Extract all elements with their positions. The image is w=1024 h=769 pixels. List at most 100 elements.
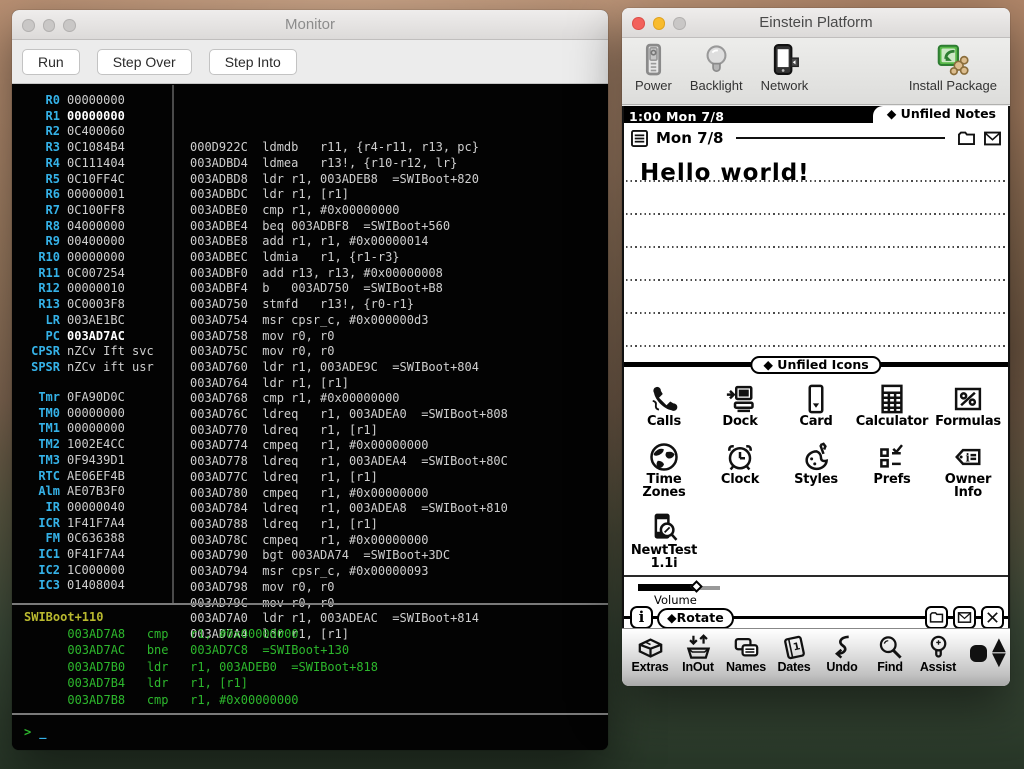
dock-assist[interactable]: Assist [914, 634, 962, 674]
svg-text:i: i [966, 450, 970, 464]
disassembly-line: 003AD788 ldreq r1, [r1] [190, 517, 508, 533]
note-date[interactable]: Mon 7/8 [656, 129, 724, 147]
app-card[interactable]: Card [778, 384, 854, 433]
app-label: Owner Info [945, 473, 992, 499]
disassembly-line: 003AD758 mov r0, r0 [190, 329, 508, 345]
step-over-button[interactable]: Step Over [97, 49, 192, 75]
zoom-button[interactable] [63, 19, 76, 32]
current-code-pane: SWIBoot+110 003AD7A8 cmp r1, #0x00000000… [24, 609, 378, 709]
run-button[interactable]: Run [22, 49, 80, 75]
menu-icon[interactable] [630, 129, 649, 148]
app-clock[interactable]: Clock [702, 442, 778, 504]
R7: R7 0C100FF8 [12, 203, 170, 219]
note-canvas[interactable]: Hello world! [624, 153, 1008, 359]
pen-dot-button[interactable] [970, 645, 987, 662]
backlight-button[interactable]: Backlight [690, 43, 743, 93]
app-prefs[interactable]: Prefs [854, 442, 930, 504]
network-icon [768, 43, 801, 76]
info-button[interactable]: i [630, 606, 653, 628]
power-button[interactable]: Power [635, 43, 672, 93]
app-label: Calls [647, 415, 681, 428]
app-styles[interactable]: Styles [778, 442, 854, 504]
app-dock[interactable]: Dock [702, 384, 778, 433]
register-value: 00000000 [67, 421, 125, 437]
close-button[interactable] [632, 17, 645, 30]
zoom-button[interactable] [673, 17, 686, 30]
dock-names[interactable]: Names [722, 634, 770, 674]
app-formulas[interactable]: Formulas [930, 384, 1006, 433]
install-package-button[interactable]: Install Package [909, 43, 997, 93]
dock-inout[interactable]: InOut [674, 634, 722, 674]
dock-find[interactable]: Find [866, 634, 914, 674]
dock-extras[interactable]: Extras [626, 634, 674, 674]
volume-slider-track [638, 584, 698, 591]
TM1: TM1 00000000 [12, 421, 170, 437]
network-button[interactable]: Network [761, 43, 809, 93]
R2: R2 0C400060 [12, 124, 170, 140]
R5: R5 0C10FF4C [12, 172, 170, 188]
IC1: IC1 0F41F7A4 [12, 547, 170, 563]
disassembly-line: 003AD754 msr cpsr_c, #0x000000d3 [190, 313, 508, 329]
app-time-zones[interactable]: Time Zones [626, 442, 702, 504]
rotate-button[interactable]: ◆Rotate [657, 608, 734, 629]
code-line: 003AD7B8 cmp r1, #0x00000000 [24, 692, 378, 709]
disassembly-line: 003ADBEC ldmia r1, {r1-r3} [190, 250, 508, 266]
filing-button[interactable] [925, 606, 948, 628]
command-prompt[interactable]: >_ [24, 725, 46, 741]
register-value: 00000000 [67, 406, 125, 422]
register-value: 04000000 [67, 219, 125, 235]
unfiled-icons-tab[interactable]: ◆ Unfiled Icons [750, 356, 881, 374]
register-value: 0F41F7A4 [67, 547, 125, 563]
minimize-button[interactable] [43, 19, 56, 32]
register-name: IR [12, 500, 60, 516]
disassembly-line: 003ADBF4 b 003AD750 =SWIBoot+B8 [190, 281, 508, 297]
note-ruled-line [626, 345, 1006, 347]
io-register-list: Tmr 0FA90D0C TM0 00000000 TM1 00000000 [12, 390, 170, 594]
ICR: ICR 1F41F7A4 [12, 516, 170, 532]
toolbar-button-label: Install Package [909, 78, 997, 93]
register-name: R10 [12, 250, 60, 266]
clock-text: 1:00 Mon 7/8 [624, 109, 724, 124]
register-value: 1002E4CC [67, 437, 125, 453]
scroll-down-icon[interactable]: ▼ [992, 652, 1006, 667]
register-value: 00000000 [67, 109, 125, 125]
folder-icon[interactable] [957, 129, 976, 148]
einstein-titlebar[interactable]: Einstein Platform [622, 8, 1010, 38]
envelope-icon[interactable] [983, 129, 1002, 148]
text-cursor: _ [39, 725, 46, 739]
scroll-arrows[interactable]: ▲ ▼ [992, 637, 1006, 667]
current-code-lines: 003AD7A8 cmp r1, #0x00000000 003AD7AC bn… [24, 626, 378, 709]
close-button[interactable] [22, 19, 35, 32]
disassembly-line: 003ADBF0 add r13, r13, #0x00000008 [190, 266, 508, 282]
power-icon [637, 43, 670, 76]
app-owner-info[interactable]: i Owner Info [930, 442, 1006, 504]
disassembly-line: 003AD780 cmpeq r1, #0x00000000 [190, 486, 508, 502]
dock-dates[interactable]: 1 Dates [770, 634, 818, 674]
app-calculator[interactable]: Calculator [854, 384, 930, 433]
register-value: 00000000 [67, 93, 125, 109]
disassembly-line: 003AD75C mov r0, r0 [190, 344, 508, 360]
unfiled-notes-tab[interactable]: ◆ Unfiled Notes [873, 106, 1008, 123]
register-value: 0C100FF8 [67, 203, 125, 219]
R12: R12 00000010 [12, 281, 170, 297]
R10: R10 00000000 [12, 250, 170, 266]
register-name: CPSR [12, 344, 60, 360]
app-newttest[interactable]: NewtTest 1.1i [626, 513, 702, 575]
R8: R8 04000000 [12, 219, 170, 235]
app-label: Calculator [856, 415, 929, 428]
close-box-button[interactable] [981, 606, 1004, 628]
note-header: Mon 7/8 [624, 123, 1008, 153]
register-name: R7 [12, 203, 60, 219]
owner-info-icon: i [953, 442, 983, 472]
routing-button[interactable] [953, 606, 976, 628]
prefs-icon [877, 442, 907, 472]
register-value: 0C0003F8 [67, 297, 125, 313]
step-into-button[interactable]: Step Into [209, 49, 297, 75]
einstein-window: Einstein Platform Power Backlight Networ… [622, 8, 1010, 686]
register-name: IC3 [12, 578, 60, 594]
monitor-titlebar[interactable]: Monitor [12, 10, 608, 40]
dock-undo[interactable]: Undo [818, 634, 866, 674]
close-icon [985, 610, 1000, 625]
minimize-button[interactable] [653, 17, 666, 30]
app-calls[interactable]: Calls [626, 384, 702, 433]
